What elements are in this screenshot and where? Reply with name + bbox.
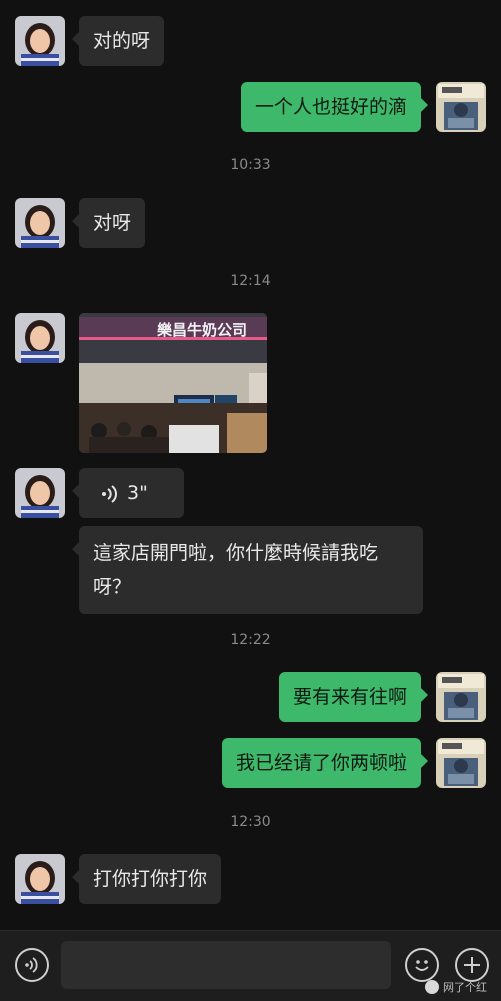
my-avatar[interactable] [436, 82, 486, 132]
outgoing-message[interactable]: 我已经请了你两顿啦 [221, 738, 429, 788]
timestamp: 12:22 [230, 632, 271, 648]
message-input[interactable] [61, 941, 391, 989]
my-avatar[interactable] [436, 672, 486, 722]
timestamp: 12:30 [230, 814, 271, 830]
emoji-button[interactable] [405, 948, 439, 982]
voice-wave-icon [102, 484, 117, 503]
photo-message[interactable]: 樂昌牛奶公司 [79, 313, 267, 453]
voice-duration: 3" [127, 482, 148, 504]
contact-avatar[interactable] [15, 854, 65, 904]
watermark: 网了个红 [425, 979, 487, 995]
more-button[interactable] [455, 948, 489, 982]
my-avatar[interactable] [436, 738, 486, 788]
timestamp: 12:14 [230, 273, 271, 289]
incoming-message[interactable]: 对的呀 [71, 16, 165, 66]
plus-icon [464, 957, 480, 973]
incoming-message[interactable]: 打你打你打你 [71, 854, 222, 904]
watermark-text: 网了个红 [443, 981, 487, 994]
voice-message[interactable]: 3" [72, 468, 184, 518]
contact-avatar[interactable] [15, 313, 65, 363]
emoji-icon [415, 960, 429, 971]
store-sign: 樂昌牛奶公司 [157, 321, 247, 339]
voice-input-button[interactable] [15, 948, 49, 982]
outgoing-message[interactable]: 一个人也挺好的滴 [240, 82, 429, 132]
incoming-message[interactable]: 這家店開門啦，你什麼時候請我吃呀？ [72, 526, 423, 614]
contact-avatar[interactable] [15, 16, 65, 66]
input-bar: 网了个红 [0, 930, 501, 1001]
incoming-message[interactable]: 对呀 [71, 198, 146, 248]
contact-avatar[interactable] [15, 198, 65, 248]
outgoing-message[interactable]: 要有来有往啊 [278, 672, 429, 722]
watermark-logo-icon [425, 980, 439, 994]
voice-icon [25, 957, 38, 973]
timestamp: 10:33 [230, 157, 271, 173]
contact-avatar[interactable] [15, 468, 65, 518]
